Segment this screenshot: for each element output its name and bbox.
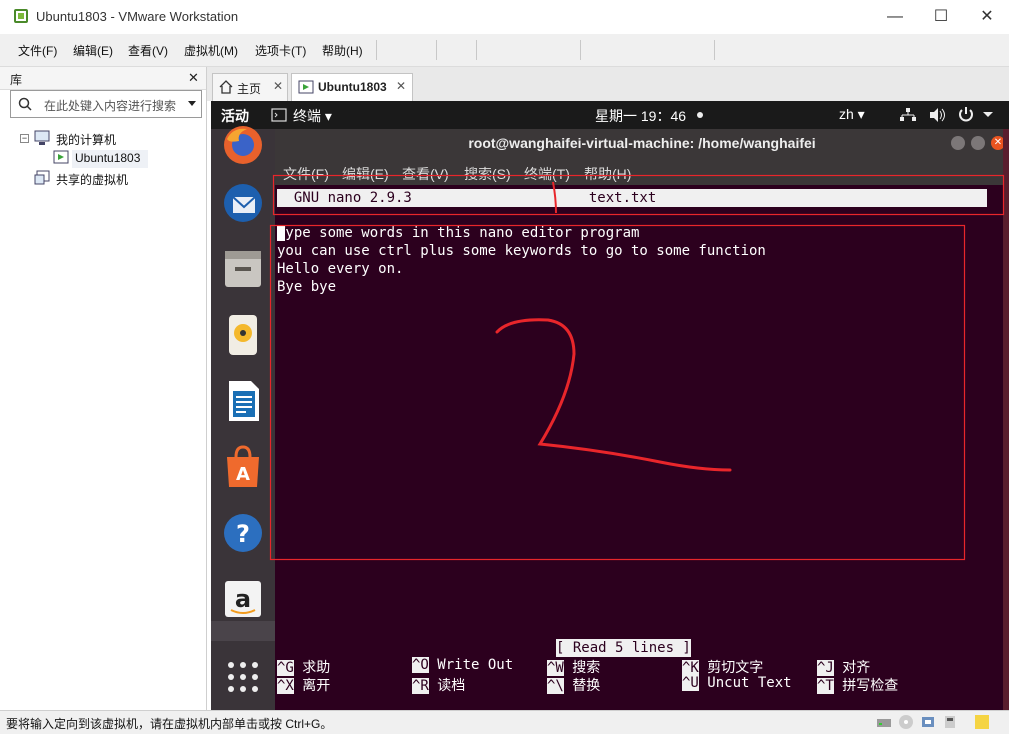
network-adapter-icon[interactable] [920, 714, 936, 730]
cdrom-icon[interactable] [898, 714, 914, 730]
annotation-mark-2 [495, 318, 732, 472]
annotation-box-1 [272, 174, 1005, 216]
statusbar: 要将输入定向到该虚拟机，请在虚拟机内部单击或按 Ctrl+G。 [0, 710, 1009, 734]
status-text: 要将输入定向到该虚拟机，请在虚拟机内部单击或按 Ctrl+G。 [6, 717, 333, 731]
annotation-box-2 [269, 224, 966, 561]
annotation-mark-1 [552, 181, 557, 214]
usb-icon[interactable] [942, 714, 958, 730]
message-icon[interactable] [974, 714, 990, 730]
hdd-icon[interactable] [876, 715, 892, 729]
annotation-overlay [269, 174, 1005, 561]
